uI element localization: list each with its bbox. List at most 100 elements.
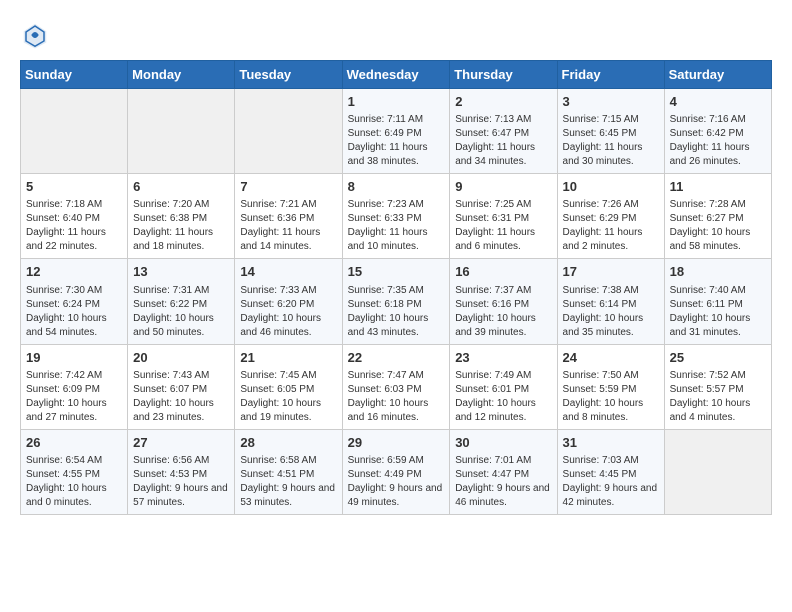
page-header <box>20 20 772 50</box>
day-info: Sunrise: 7:18 AM Sunset: 6:40 PM Dayligh… <box>26 198 122 254</box>
calendar-cell: 24 Sunrise: 7:50 AM Sunset: 5:59 PM Dayli… <box>557 344 664 429</box>
calendar-cell: 7 Sunrise: 7:21 AM Sunset: 6:36 PM Daylig… <box>235 174 342 259</box>
day-number: 1 <box>348 93 445 111</box>
calendar-cell: 8 Sunrise: 7:23 AM Sunset: 6:33 PM Daylig… <box>342 174 450 259</box>
calendar-cell: 19 Sunrise: 7:42 AM Sunset: 6:09 PM Dayli… <box>21 344 128 429</box>
calendar-cell: 6 Sunrise: 7:20 AM Sunset: 6:38 PM Daylig… <box>128 174 235 259</box>
day-info: Sunrise: 7:16 AM Sunset: 6:42 PM Dayligh… <box>670 113 766 169</box>
calendar-header-row: SundayMondayTuesdayWednesdayThursdayFrid… <box>21 61 772 89</box>
calendar-cell <box>21 89 128 174</box>
calendar-cell <box>235 89 342 174</box>
day-number: 25 <box>670 349 766 367</box>
calendar-table: SundayMondayTuesdayWednesdayThursdayFrid… <box>20 60 772 515</box>
calendar-cell: 5 Sunrise: 7:18 AM Sunset: 6:40 PM Daylig… <box>21 174 128 259</box>
day-info: Sunrise: 7:35 AM Sunset: 6:18 PM Dayligh… <box>348 284 445 340</box>
calendar-cell: 30Sunrise: 7:01 AM Sunset: 4:47 PM Dayli… <box>450 429 557 514</box>
logo-icon <box>20 20 50 50</box>
calendar-header-wednesday: Wednesday <box>342 61 450 89</box>
calendar-week-row: 19 Sunrise: 7:42 AM Sunset: 6:09 PM Dayli… <box>21 344 772 429</box>
calendar-cell: 3Sunrise: 7:15 AM Sunset: 6:45 PM Daylig… <box>557 89 664 174</box>
day-info: Sunrise: 7:52 AM Sunset: 5:57 PM Dayligh… <box>670 369 766 425</box>
calendar-header-friday: Friday <box>557 61 664 89</box>
calendar-cell: 1Sunrise: 7:11 AM Sunset: 6:49 PM Daylig… <box>342 89 450 174</box>
day-info: Sunrise: 7:21 AM Sunset: 6:36 PM Dayligh… <box>240 198 336 254</box>
calendar-cell: 11 Sunrise: 7:28 AM Sunset: 6:27 PM Dayli… <box>664 174 771 259</box>
calendar-cell: 21 Sunrise: 7:45 AM Sunset: 6:05 PM Dayli… <box>235 344 342 429</box>
day-info: Sunrise: 7:20 AM Sunset: 6:38 PM Dayligh… <box>133 198 229 254</box>
day-number: 29 <box>348 434 445 452</box>
calendar-cell: 22 Sunrise: 7:47 AM Sunset: 6:03 PM Dayli… <box>342 344 450 429</box>
calendar-cell <box>128 89 235 174</box>
day-info: Sunrise: 7:15 AM Sunset: 6:45 PM Dayligh… <box>563 113 659 169</box>
calendar-cell: 26Sunrise: 6:54 AM Sunset: 4:55 PM Dayli… <box>21 429 128 514</box>
day-info: Sunrise: 7:43 AM Sunset: 6:07 PM Dayligh… <box>133 369 229 425</box>
day-number: 20 <box>133 349 229 367</box>
day-number: 31 <box>563 434 659 452</box>
day-number: 17 <box>563 263 659 281</box>
day-info: Sunrise: 7:40 AM Sunset: 6:11 PM Dayligh… <box>670 284 766 340</box>
calendar-cell: 28 Sunrise: 6:58 AM Sunset: 4:51 PM Dayli… <box>235 429 342 514</box>
calendar-week-row: 5 Sunrise: 7:18 AM Sunset: 6:40 PM Daylig… <box>21 174 772 259</box>
day-info: Sunrise: 7:45 AM Sunset: 6:05 PM Dayligh… <box>240 369 336 425</box>
calendar-week-row: 1Sunrise: 7:11 AM Sunset: 6:49 PM Daylig… <box>21 89 772 174</box>
day-info: Sunrise: 7:31 AM Sunset: 6:22 PM Dayligh… <box>133 284 229 340</box>
day-number: 8 <box>348 178 445 196</box>
calendar-cell: 14Sunrise: 7:33 AM Sunset: 6:20 PM Dayli… <box>235 259 342 344</box>
day-number: 10 <box>563 178 659 196</box>
calendar-cell: 25 Sunrise: 7:52 AM Sunset: 5:57 PM Dayli… <box>664 344 771 429</box>
day-info: Sunrise: 7:47 AM Sunset: 6:03 PM Dayligh… <box>348 369 445 425</box>
calendar-header-saturday: Saturday <box>664 61 771 89</box>
day-number: 12 <box>26 263 122 281</box>
day-number: 9 <box>455 178 551 196</box>
calendar-week-row: 12 Sunrise: 7:30 AM Sunset: 6:24 PM Dayli… <box>21 259 772 344</box>
calendar-header-sunday: Sunday <box>21 61 128 89</box>
day-info: Sunrise: 6:58 AM Sunset: 4:51 PM Dayligh… <box>240 454 336 510</box>
day-info: Sunrise: 7:50 AM Sunset: 5:59 PM Dayligh… <box>563 369 659 425</box>
day-number: 7 <box>240 178 336 196</box>
day-info: Sunrise: 6:56 AM Sunset: 4:53 PM Dayligh… <box>133 454 229 510</box>
day-number: 18 <box>670 263 766 281</box>
calendar-cell: 15 Sunrise: 7:35 AM Sunset: 6:18 PM Dayli… <box>342 259 450 344</box>
day-info: Sunrise: 7:25 AM Sunset: 6:31 PM Dayligh… <box>455 198 551 254</box>
day-info: Sunrise: 7:26 AM Sunset: 6:29 PM Dayligh… <box>563 198 659 254</box>
day-number: 19 <box>26 349 122 367</box>
day-info: Sunrise: 6:59 AM Sunset: 4:49 PM Dayligh… <box>348 454 445 510</box>
day-info: Sunrise: 7:37 AM Sunset: 6:16 PM Dayligh… <box>455 284 551 340</box>
day-number: 28 <box>240 434 336 452</box>
day-number: 11 <box>670 178 766 196</box>
logo <box>20 20 54 50</box>
day-number: 15 <box>348 263 445 281</box>
day-number: 4 <box>670 93 766 111</box>
day-info: Sunrise: 7:28 AM Sunset: 6:27 PM Dayligh… <box>670 198 766 254</box>
day-number: 14 <box>240 263 336 281</box>
day-info: Sunrise: 7:03 AM Sunset: 4:45 PM Dayligh… <box>563 454 659 510</box>
calendar-cell: 13 Sunrise: 7:31 AM Sunset: 6:22 PM Dayli… <box>128 259 235 344</box>
day-number: 13 <box>133 263 229 281</box>
day-info: Sunrise: 7:30 AM Sunset: 6:24 PM Dayligh… <box>26 284 122 340</box>
day-info: Sunrise: 7:42 AM Sunset: 6:09 PM Dayligh… <box>26 369 122 425</box>
calendar-cell: 29 Sunrise: 6:59 AM Sunset: 4:49 PM Dayli… <box>342 429 450 514</box>
day-number: 24 <box>563 349 659 367</box>
day-number: 2 <box>455 93 551 111</box>
day-number: 27 <box>133 434 229 452</box>
day-number: 6 <box>133 178 229 196</box>
day-info: Sunrise: 7:49 AM Sunset: 6:01 PM Dayligh… <box>455 369 551 425</box>
calendar-cell: 4 Sunrise: 7:16 AM Sunset: 6:42 PM Daylig… <box>664 89 771 174</box>
day-number: 23 <box>455 349 551 367</box>
calendar-cell: 2Sunrise: 7:13 AM Sunset: 6:47 PM Daylig… <box>450 89 557 174</box>
calendar-header-monday: Monday <box>128 61 235 89</box>
day-info: Sunrise: 6:54 AM Sunset: 4:55 PM Dayligh… <box>26 454 122 510</box>
calendar-cell: 20 Sunrise: 7:43 AM Sunset: 6:07 PM Dayli… <box>128 344 235 429</box>
calendar-cell <box>664 429 771 514</box>
day-number: 5 <box>26 178 122 196</box>
calendar-cell: 17Sunrise: 7:38 AM Sunset: 6:14 PM Dayli… <box>557 259 664 344</box>
day-number: 22 <box>348 349 445 367</box>
day-number: 21 <box>240 349 336 367</box>
calendar-cell: 31 Sunrise: 7:03 AM Sunset: 4:45 PM Dayli… <box>557 429 664 514</box>
calendar-cell: 18 Sunrise: 7:40 AM Sunset: 6:11 PM Dayli… <box>664 259 771 344</box>
calendar-cell: 23 Sunrise: 7:49 AM Sunset: 6:01 PM Dayli… <box>450 344 557 429</box>
day-number: 30 <box>455 434 551 452</box>
day-info: Sunrise: 7:23 AM Sunset: 6:33 PM Dayligh… <box>348 198 445 254</box>
day-number: 16 <box>455 263 551 281</box>
calendar-header-tuesday: Tuesday <box>235 61 342 89</box>
